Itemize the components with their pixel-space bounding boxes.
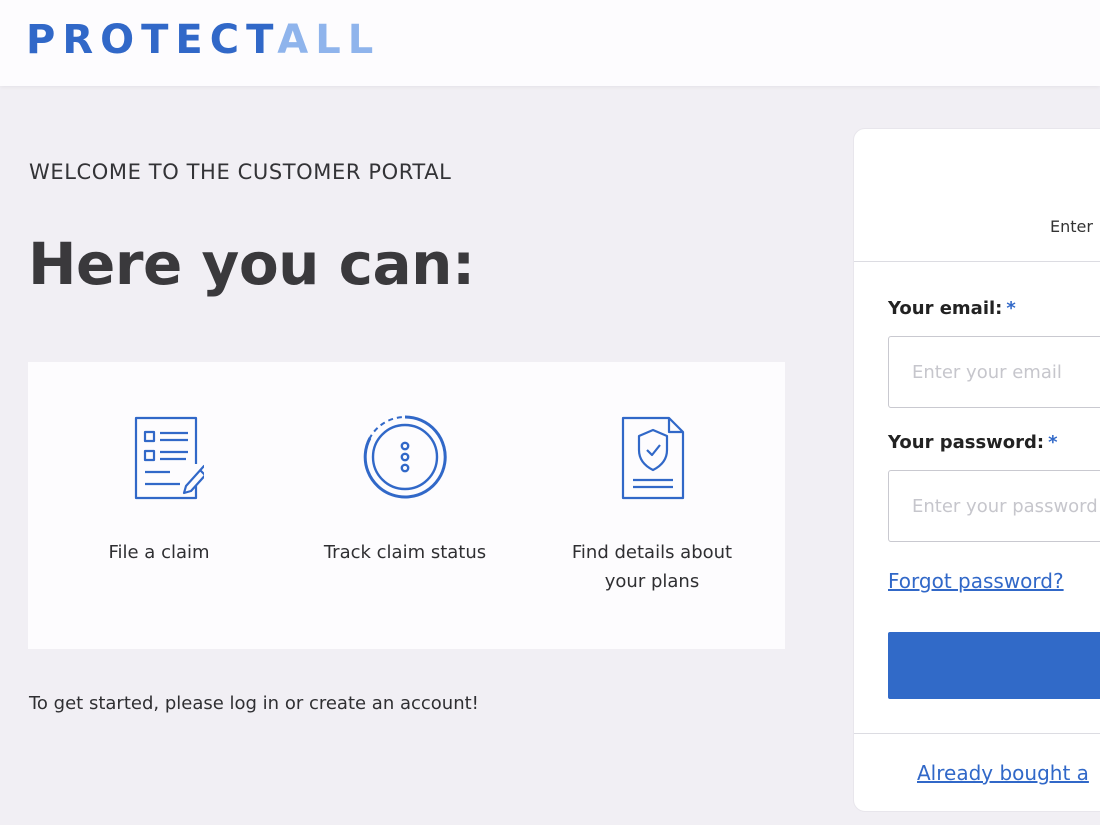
feature-label-line1: Find details about bbox=[571, 542, 733, 563]
plan-shield-document-icon bbox=[621, 416, 685, 500]
feature-label-line2: your plans bbox=[604, 571, 700, 592]
password-label-text: Your password: bbox=[888, 432, 1045, 453]
page-headline: Here you can: bbox=[28, 230, 475, 298]
feature-label: Find details about your plans bbox=[532, 538, 772, 596]
top-bar: PROTECTALL bbox=[0, 0, 1100, 86]
brand-logo[interactable]: PROTECTALL bbox=[26, 18, 380, 62]
password-label: Your password: * bbox=[888, 432, 1058, 453]
logo-text-protect: PROTECT bbox=[26, 17, 278, 63]
feature-label: Track claim status bbox=[323, 542, 487, 563]
forgot-password-link[interactable]: Forgot password? bbox=[888, 569, 1064, 593]
email-field[interactable] bbox=[888, 336, 1100, 408]
required-marker: * bbox=[1006, 298, 1016, 319]
login-card: Enter Your email:* Your password:* Forgo… bbox=[853, 128, 1100, 812]
features-panel: File a claim Track claim status Find det… bbox=[28, 362, 785, 649]
feature-label: File a claim bbox=[108, 542, 210, 563]
password-field[interactable] bbox=[888, 470, 1100, 542]
login-button[interactable] bbox=[888, 632, 1100, 699]
welcome-heading: WELCOME TO THE CUSTOMER PORTAL bbox=[29, 160, 452, 184]
required-marker: * bbox=[1048, 432, 1058, 453]
card-divider bbox=[854, 261, 1100, 262]
email-label: Your email: * bbox=[888, 298, 1016, 319]
status-tracker-icon bbox=[363, 415, 447, 499]
logo-text-all: ALL bbox=[277, 17, 381, 63]
email-label-text: Your email: bbox=[888, 298, 1003, 319]
claim-form-icon bbox=[134, 416, 204, 500]
get-started-text: To get started, please log in or create … bbox=[29, 693, 479, 714]
card-divider bbox=[854, 733, 1100, 734]
already-bought-link[interactable]: Already bought a bbox=[917, 761, 1089, 785]
login-subtitle: Enter bbox=[1050, 217, 1093, 236]
